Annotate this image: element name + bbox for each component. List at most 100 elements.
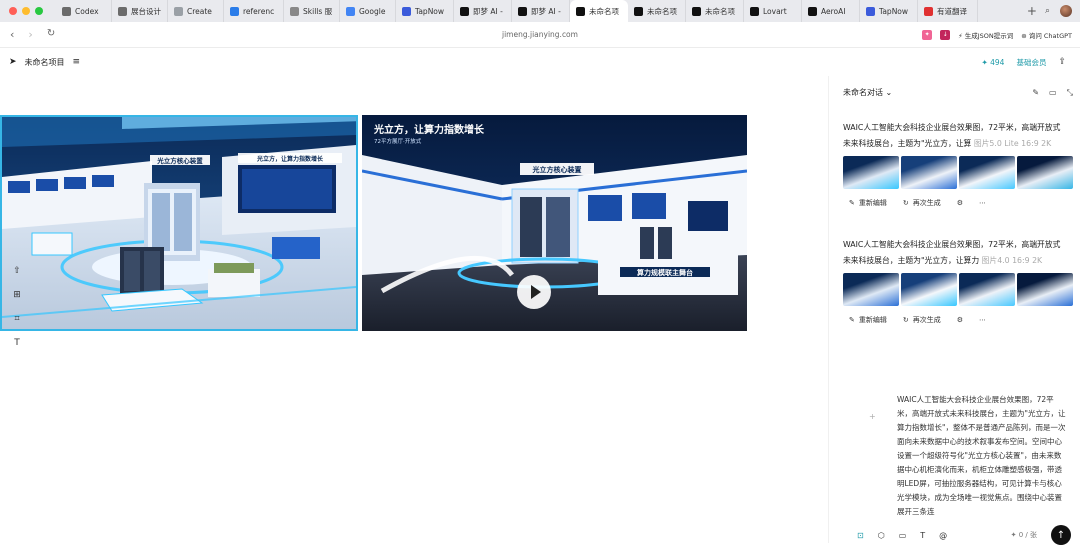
skills-icon [290,6,299,16]
aeroai-icon [808,6,817,16]
more-icon[interactable]: ⋯ [979,199,986,207]
browser-tab[interactable]: Lovart [744,0,802,22]
browser-tab[interactable]: 展台设计 [112,0,168,22]
result-prompt[interactable]: WAIC人工智能大会科技企业展台效果图，72平米，高端开放式 未来科技展台，主题… [843,120,1079,152]
browser-tab[interactable]: 未命名项 [686,0,744,22]
result-thumbnail[interactable] [843,156,899,189]
tab-label: referenc [243,6,275,16]
regenerate-button[interactable]: ↻ 再次生成 [903,315,941,325]
json-extension-button[interactable]: ⚡ 生成JSON提示词 [958,30,1013,40]
text-tool-icon[interactable]: T [10,336,24,350]
play-video-button[interactable] [517,275,551,309]
add-frame-icon[interactable]: ⊞ [10,288,24,302]
browser-tab[interactable]: Create [168,0,224,22]
close-window-button[interactable] [9,7,17,15]
tab-label: Codex [75,6,99,16]
arrow-up-icon: ↑ [1056,529,1066,541]
mention-icon[interactable]: @ [939,531,947,540]
ask-chatgpt-button[interactable]: ⊛ 询问 ChatGPT [1021,30,1072,40]
tab-label: AeroAI [821,6,846,16]
browser-tab[interactable]: Skills 服 [284,0,340,22]
browser-tab[interactable]: 即梦 AI - [454,0,512,22]
generated-image-a[interactable]: 光立方核心装置 光立方，让算力指数增长 [0,115,358,331]
browser-tab-strip: Codex 展台设计 Create referenc Skills 服 Google Tap… [0,0,1080,22]
conversation-panel: 未命名对话 ⌄ ✎ ▭ ⤡ WAIC人工智能大会科技企业展台效果图，72平米，高… [828,76,1080,545]
avatar[interactable] [1060,5,1072,17]
zoom-window-button[interactable] [35,7,43,15]
credits-badge[interactable]: ✦ 494 [981,58,1004,67]
add-icon: + [869,412,876,421]
search-tabs-icon[interactable]: ⌕ [1045,6,1050,16]
youdao-icon [924,6,933,16]
prompt-text[interactable]: WAIC人工智能大会科技企业展台效果图，72平米，高端开放式未来科技展台，主题为… [897,393,1067,519]
grid-tool-icon[interactable]: ⌗ [10,312,24,326]
settings-icon[interactable]: ⚙ [957,199,963,207]
result-thumbnail[interactable] [843,273,899,306]
browser-tab[interactable]: 未命名项 [628,0,686,22]
result-thumbnail[interactable] [1017,156,1073,189]
image-reference-icon[interactable]: ⊡ [857,531,864,540]
tab-label: Google [359,6,386,16]
globe-icon [118,6,127,16]
browser-tab[interactable]: 有道翻译 [918,0,978,22]
browser-tab[interactable]: TapNow [396,0,454,22]
re-edit-button[interactable]: ✎ 重新编辑 [849,198,887,208]
tab-label: 未命名项 [647,6,677,16]
conversation-selector[interactable]: 未命名对话 ⌄ [843,87,892,98]
ratio-icon[interactable]: ▭ [899,531,907,540]
share-icon[interactable]: ⇪ [1058,57,1066,67]
send-button[interactable]: ↑ [1051,525,1071,545]
regenerate-button[interactable]: ↻ 再次生成 [903,198,941,208]
collapse-icon[interactable]: ⤡ [1067,88,1073,98]
generated-image-b[interactable]: 算力规模联主舞台 光立方，让算力指数增长 72平方展厅·开放式 光立方核心装置 [362,115,747,331]
project-name[interactable]: 未命名项目 [25,57,65,68]
browser-tab[interactable]: Google [340,0,396,22]
jimeng-icon [692,6,701,16]
result-thumbnail[interactable] [1017,273,1073,306]
result-card: WAIC人工智能大会科技企业展台效果图，72平米，高端开放式 未来科技展台，主题… [843,237,1079,325]
minimize-window-button[interactable] [22,7,30,15]
upload-icon[interactable]: ⇧ [10,264,24,278]
result-thumbnail[interactable] [901,273,957,306]
model-cube-icon[interactable]: ⬡ [878,531,885,540]
chat-icon[interactable]: ▭ [1049,88,1057,98]
window-controls [0,7,56,15]
browser-tab[interactable]: Codex [56,0,112,22]
new-tab-button[interactable]: + [1019,4,1045,18]
brush-icon[interactable]: ✎ [1032,88,1039,98]
browser-tab[interactable]: TapNow [860,0,918,22]
browser-tab[interactable]: 未命名项 [570,0,628,22]
extension-download-icon[interactable]: ↓ [940,29,951,40]
image-b-subtitle: 72平方展厅·开放式 [374,137,422,145]
address-bar: ‹ › ↻ jimeng.jianying.com ✦ ↓ ⚡ 生成JSON提示… [0,22,1080,48]
canvas[interactable]: 光立方核心装置 光立方，让算力指数增长 算力规模联主舞台 光立方，让算力指数增长… [0,76,828,543]
back-icon[interactable]: ‹ [10,28,14,41]
menu-icon[interactable]: ≡ [73,57,81,67]
membership-button[interactable]: 基础会员 [1016,57,1046,68]
image-b-title: 光立方，让算力指数增长 [373,123,485,136]
text-format-icon[interactable]: T [920,531,925,540]
tab-label: Lovart [763,6,787,16]
result-thumbnail[interactable] [901,156,957,189]
reference-icon [230,6,239,16]
refresh-icon: ↻ [902,316,909,324]
result-prompt[interactable]: WAIC人工智能大会科技企业展台效果图，72平米，高端开放式 未来科技展台，主题… [843,237,1079,269]
browser-tab[interactable]: 即梦 AI - [512,0,570,22]
forward-icon[interactable]: › [28,28,32,41]
re-edit-button[interactable]: ✎ 重新编辑 [849,315,887,325]
settings-icon[interactable]: ⚙ [957,316,963,324]
tapnow-icon [402,6,411,16]
tab-list: Codex 展台设计 Create referenc Skills 服 Google Tap… [56,0,1019,22]
tab-label: TapNow [415,6,445,16]
create-icon [174,6,183,16]
edit-icon: ✎ [849,316,855,324]
cursor-tool-icon[interactable]: ➤ [9,57,17,67]
result-thumbnail[interactable] [959,156,1015,189]
more-icon[interactable]: ⋯ [979,316,986,324]
browser-tab[interactable]: referenc [224,0,284,22]
result-thumbnail[interactable] [959,273,1015,306]
reload-icon[interactable]: ↻ [47,28,55,41]
extension-pink-icon[interactable]: ✦ [922,29,933,40]
browser-tab[interactable]: AeroAI [802,0,860,22]
url-text[interactable]: jimeng.jianying.com [0,30,1080,39]
